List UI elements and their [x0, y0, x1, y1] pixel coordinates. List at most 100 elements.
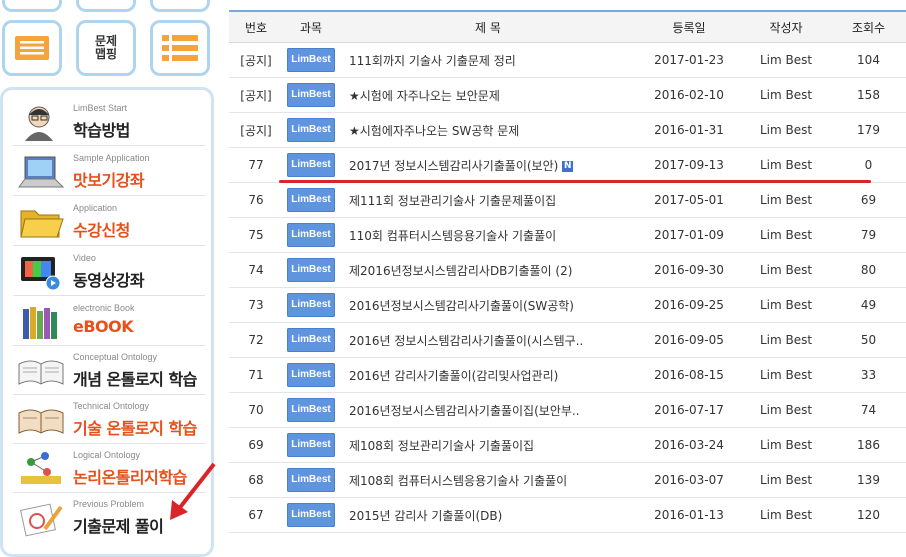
title-cell: ★시험에자주나오는 SW공학 문제: [339, 112, 637, 148]
list-icon: [15, 36, 49, 60]
col-header-views: 조회수: [831, 12, 906, 43]
menu-sub-label: Previous Problem: [73, 499, 145, 509]
title-cell: 제111회 정보관리기술사 기출문제풀이집: [339, 182, 637, 218]
author-cell: Lim Best: [741, 322, 831, 358]
table-row[interactable]: [공지] LimBest 111회까지 기술사 기출문제 정리 2017-01-23 L…: [229, 42, 906, 78]
date-cell: 2016-03-24: [637, 427, 741, 463]
menu-list-button[interactable]: [150, 20, 210, 76]
limbest-badge[interactable]: LimBest: [287, 118, 335, 142]
table-row[interactable]: 77 LimBest 2017년 정보시스템감리사기출풀이(보안) N 2017-09-…: [229, 147, 906, 183]
table-row[interactable]: 76 LimBest 제111회 정보관리기술사 기출문제풀이집 2017-05-01…: [229, 182, 906, 218]
post-title-link[interactable]: 2016년 감리사기출풀이(감리및사업관리): [349, 369, 558, 383]
title-cell: 2016년 감리사기출풀이(감리및사업관리): [339, 357, 637, 393]
menu-item-technical-ontology[interactable]: Technical Ontology 기술 온톨로지 학습: [13, 395, 205, 444]
table-row[interactable]: 71 LimBest 2016년 감리사기출풀이(감리및사업관리) 2016-08-1…: [229, 357, 906, 393]
col-header-date: 등록일: [637, 12, 741, 43]
limbest-badge[interactable]: LimBest: [287, 83, 335, 107]
menu-item-video[interactable]: Video 동영상강좌: [13, 247, 205, 296]
menu-item-ebook[interactable]: electronic Book eBOOK: [13, 297, 205, 346]
row-number: 76: [229, 182, 283, 218]
author-cell: Lim Best: [741, 427, 831, 463]
limbest-badge[interactable]: LimBest: [287, 293, 335, 317]
table-row[interactable]: [공지] LimBest ★시험에 자주나오는 보안문제 2016-02-10 Lim …: [229, 77, 906, 113]
title-cell: 제108회 정보관리기술사 기출풀이집: [339, 427, 637, 463]
limbest-badge[interactable]: LimBest: [287, 503, 335, 527]
limbest-badge[interactable]: LimBest: [287, 48, 335, 72]
video-monitor-icon: [21, 257, 61, 291]
table-row[interactable]: 73 LimBest 2016년정보시스템감리사기출풀이(SW공학) 2016-09-…: [229, 287, 906, 323]
views-cell: 74: [831, 392, 906, 428]
menu-sub-label: Logical Ontology: [73, 450, 141, 460]
table-row[interactable]: 67 LimBest 2015년 감리사 기출풀이(DB) 2016-01-13 Lim…: [229, 497, 906, 533]
top-stub-1[interactable]: [2, 0, 62, 12]
post-title-link[interactable]: 제108회 정보관리기술사 기출풀이집: [349, 439, 534, 453]
subject-cell: LimBest: [283, 392, 339, 428]
table-row[interactable]: 72 LimBest 2016년 정보시스템감리사기출풀이(시스템구.. 2016-0…: [229, 322, 906, 358]
top-stub-3[interactable]: [150, 0, 210, 12]
author-cell: Lim Best: [741, 182, 831, 218]
table-row[interactable]: 70 LimBest 2016년정보시스템감리사기출풀이집(보안부.. 2016-07…: [229, 392, 906, 428]
limbest-badge[interactable]: LimBest: [287, 223, 335, 247]
post-title-link[interactable]: 111회까지 기술사 기출문제 정리: [349, 54, 516, 68]
limbest-badge[interactable]: LimBest: [287, 468, 335, 492]
subject-cell: LimBest: [283, 42, 339, 78]
table-row[interactable]: 75 LimBest 110회 컴퓨터시스템응용기술사 기출풀이 2017-01-09…: [229, 217, 906, 253]
problem-board: 번호 과목 제 목 등록일 작성자 조회수 [공지] LimBest 111회까지 …: [229, 10, 906, 533]
date-cell: 2016-09-25: [637, 287, 741, 323]
folder-icon: [20, 210, 64, 238]
row-number: 74: [229, 252, 283, 288]
title-cell: 제108회 컴퓨터시스템응용기술사 기출풀이: [339, 462, 637, 498]
list-icon-button[interactable]: [2, 20, 62, 76]
views-cell: 158: [831, 77, 906, 113]
menu-item-sample-lecture[interactable]: Sample Application 맛보기강좌: [13, 147, 205, 196]
limbest-badge[interactable]: LimBest: [287, 363, 335, 387]
post-title-link[interactable]: 제111회 정보관리기술사 기출문제풀이집: [349, 194, 556, 208]
row-number: 68: [229, 462, 283, 498]
subject-cell: LimBest: [283, 147, 339, 183]
row-number: 70: [229, 392, 283, 428]
post-title-link[interactable]: ★시험에 자주나오는 보안문제: [349, 89, 500, 103]
views-cell: 186: [831, 427, 906, 463]
table-row[interactable]: 69 LimBest 제108회 정보관리기술사 기출풀이집 2016-03-24 Li…: [229, 427, 906, 463]
post-title-link[interactable]: ★시험에자주나오는 SW공학 문제: [349, 124, 519, 138]
left-sidebar: 문제 맵핑 LimBest Start 학습방법 Sample Applicat…: [0, 0, 218, 557]
limbest-badge[interactable]: LimBest: [287, 433, 335, 457]
subject-cell: LimBest: [283, 357, 339, 393]
date-cell: 2016-09-30: [637, 252, 741, 288]
post-title-link[interactable]: 2017년 정보시스템감리사기출풀이(보안): [349, 159, 558, 173]
menu-item-study-method[interactable]: LimBest Start 학습방법: [13, 97, 205, 146]
top-stub-2[interactable]: [76, 0, 136, 12]
limbest-badge[interactable]: LimBest: [287, 188, 335, 212]
post-title-link[interactable]: 2016년정보시스템감리사기출풀이(SW공학): [349, 299, 574, 313]
title-cell: 111회까지 기술사 기출문제 정리: [339, 42, 637, 78]
post-title-link[interactable]: 2016년 정보시스템감리사기출풀이(시스템구..: [349, 334, 583, 348]
menu-main-label: 기출문제 풀이: [73, 517, 164, 536]
menu-main-label: 맛보기강좌: [73, 171, 145, 190]
table-row[interactable]: 68 LimBest 제108회 컴퓨터시스템응용기술사 기출풀이 2016-03-0…: [229, 462, 906, 498]
table-row[interactable]: 74 LimBest 제2016년정보시스템감리사DB기출풀이 (2) 2016-09…: [229, 252, 906, 288]
menu-item-application[interactable]: Application 수강신청: [13, 197, 205, 246]
mapping-button[interactable]: 문제 맵핑: [76, 20, 136, 76]
limbest-badge[interactable]: LimBest: [287, 398, 335, 422]
post-title-link[interactable]: 제108회 컴퓨터시스템응용기술사 기출풀이: [349, 474, 567, 488]
views-cell: 139: [831, 462, 906, 498]
post-title-link[interactable]: 110회 컴퓨터시스템응용기술사 기출풀이: [349, 229, 556, 243]
date-cell: 2016-07-17: [637, 392, 741, 428]
views-cell: 33: [831, 357, 906, 393]
limbest-badge[interactable]: LimBest: [287, 258, 335, 282]
limbest-badge[interactable]: LimBest: [287, 328, 335, 352]
menu-item-conceptual-ontology[interactable]: Conceptual Ontology 개념 온톨로지 학습: [13, 346, 205, 395]
table-header-row: 번호 과목 제 목 등록일 작성자 조회수: [229, 12, 906, 43]
menu-sub-label: Conceptual Ontology: [73, 352, 158, 362]
post-title-link[interactable]: 2015년 감리사 기출풀이(DB): [349, 509, 502, 523]
limbest-badge[interactable]: LimBest: [287, 153, 335, 177]
title-cell: 2016년 정보시스템감리사기출풀이(시스템구..: [339, 322, 637, 358]
author-cell: Lim Best: [741, 217, 831, 253]
views-cell: 69: [831, 182, 906, 218]
post-title-link[interactable]: 제2016년정보시스템감리사DB기출풀이 (2): [349, 264, 572, 278]
menu-main-label: 개념 온톨로지 학습: [73, 370, 197, 389]
title-cell: ★시험에 자주나오는 보안문제: [339, 77, 637, 113]
table-row[interactable]: [공지] LimBest ★시험에자주나오는 SW공학 문제 2016-01-31 Li…: [229, 112, 906, 148]
molecule-icon: [21, 452, 61, 484]
post-title-link[interactable]: 2016년정보시스템감리사기출풀이집(보안부..: [349, 404, 580, 418]
